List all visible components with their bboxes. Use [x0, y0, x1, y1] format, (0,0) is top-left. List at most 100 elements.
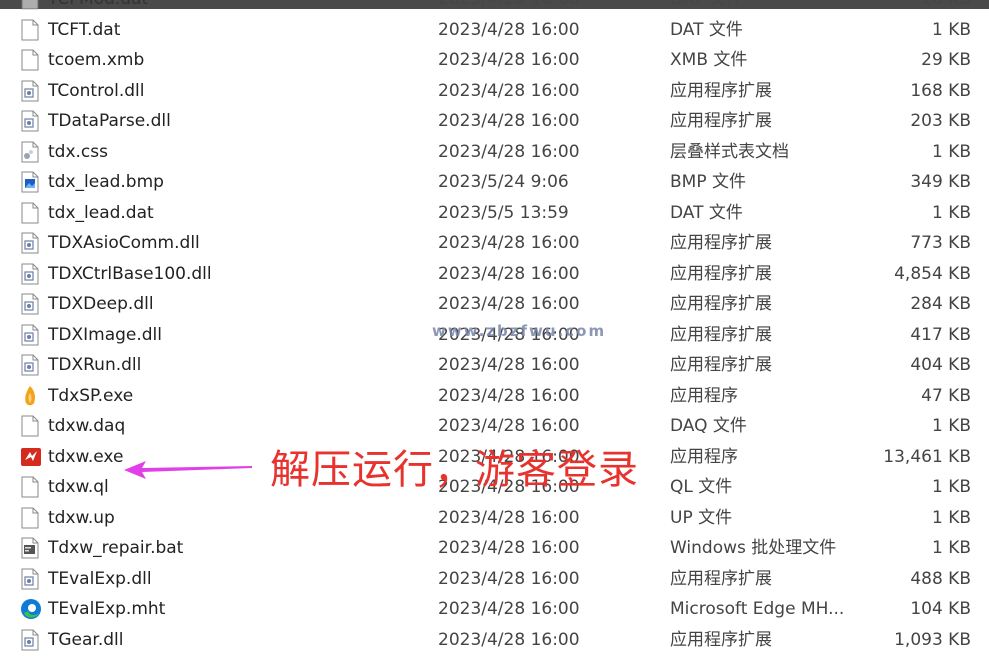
file-row[interactable]: tdx_lead.bmp 2023/5/24 9:06 BMP 文件 349 KB	[0, 167, 989, 197]
file-date-modified: 2023/4/28 16:00	[438, 0, 580, 14]
file-icon	[20, 49, 40, 71]
file-size: 1 KB	[931, 416, 971, 436]
file-size: 1 KB	[931, 477, 971, 497]
dll-icon	[20, 232, 40, 254]
file-type: 应用程序扩展	[670, 80, 772, 101]
tdxw-app-icon	[20, 446, 41, 468]
file-type: 应用程序扩展	[670, 324, 772, 345]
file-size: 404 KB	[910, 355, 971, 375]
file-type: 层叠样式表文档	[670, 141, 789, 162]
file-name: TDXRun.dll	[48, 355, 142, 375]
file-date-modified: 2023/4/28 16:00	[438, 538, 580, 558]
file-name: TEvalExp.mht	[48, 599, 166, 619]
file-name: Tdxw_repair.bat	[48, 538, 184, 558]
file-name: TCFT.dat	[48, 19, 121, 40]
file-type: Windows 批处理文件	[670, 538, 837, 558]
file-date-modified: 2023/4/28 16:00	[438, 507, 580, 528]
file-name: TEvalExp.dll	[48, 568, 152, 589]
file-row[interactable]: tdx_lead.dat 2023/5/5 13:59 DAT 文件 1 KB	[0, 198, 989, 228]
file-name: TdxSP.exe	[48, 385, 134, 406]
file-size: 1 KB	[931, 141, 971, 162]
file-row[interactable]: TDXAsioComm.dll 2023/4/28 16:00 应用程序扩展 773 …	[0, 228, 989, 258]
file-date-modified: 2023/4/28 16:00	[438, 385, 580, 406]
dll-icon	[20, 629, 40, 651]
file-type: XMB 文件	[670, 50, 748, 70]
dll-icon	[20, 263, 40, 285]
file-row[interactable]: TDataParse.dll 2023/4/28 16:00 应用程序扩展 203 K…	[0, 106, 989, 136]
file-row[interactable]: TEvalExp.mht 2023/4/28 16:00 Microsoft Edg…	[0, 594, 989, 624]
file-name: TDXAsioComm.dll	[48, 233, 200, 253]
file-row[interactable]: tdxw.up 2023/4/28 16:00 UP 文件 1 KB	[0, 503, 989, 533]
file-size: 168 KB	[910, 80, 971, 101]
file-date-modified: 2023/4/28 16:00	[438, 355, 580, 375]
file-date-modified: 2023/4/28 16:00	[438, 50, 580, 70]
file-size: 1 KB	[931, 19, 971, 40]
file-size: 1 KB	[931, 538, 971, 558]
file-row[interactable]: TGear.dll 2023/4/28 16:00 应用程序扩展 1,093 KB	[0, 625, 989, 655]
file-type: 应用程序扩展	[670, 568, 772, 589]
file-date-modified: 2023/4/28 16:00	[438, 141, 580, 162]
file-name: TDXImage.dll	[48, 324, 163, 345]
edge-icon	[20, 598, 41, 620]
file-row[interactable]: TDXDeep.dll 2023/4/28 16:00 应用程序扩展 284 KB	[0, 289, 989, 319]
file-size: 1 KB	[931, 507, 971, 528]
dll-icon	[20, 80, 40, 102]
file-date-modified: 2023/4/28 16:00	[438, 599, 580, 619]
file-name: tdx.css	[48, 141, 108, 162]
dll-icon	[20, 354, 40, 376]
file-name: TDataParse.dll	[48, 111, 171, 131]
file-row[interactable]: TEvalExp.dll 2023/4/28 16:00 应用程序扩展 488 KB	[0, 564, 989, 594]
file-size: 349 KB	[910, 172, 971, 192]
file-row[interactable]: Tdxw_repair.bat 2023/4/28 16:00 Windows 批处…	[0, 533, 989, 563]
file-icon	[20, 476, 40, 498]
dll-icon	[20, 293, 40, 315]
file-name: tdx_lead.bmp	[48, 172, 164, 192]
file-size: 13,461 KB	[883, 446, 971, 467]
file-size: 417 KB	[910, 324, 971, 345]
file-name: TGear.dll	[48, 629, 124, 650]
file-row[interactable]: tdx.css 2023/4/28 16:00 层叠样式表文档 1 KB	[0, 137, 989, 167]
file-row[interactable]: TControl.dll 2023/4/28 16:00 应用程序扩展 168 KB	[0, 76, 989, 106]
file-row[interactable]: tcoem.xmb 2023/4/28 16:00 XMB 文件 29 KB	[0, 45, 989, 75]
file-name: TControl.dll	[48, 80, 145, 101]
file-size: 10 KB	[921, 0, 971, 14]
file-date-modified: 2023/4/28 16:00	[438, 568, 580, 589]
file-date-modified: 2023/4/28 16:00	[438, 19, 580, 40]
file-type: QL 文件	[670, 477, 733, 497]
file-type: DAQ 文件	[670, 416, 747, 436]
file-name: tdxw.up	[48, 507, 115, 528]
file-date-modified: 2023/5/5 13:59	[438, 202, 569, 223]
file-icon	[20, 507, 40, 529]
css-icon	[20, 141, 40, 163]
file-date-modified: 2023/4/28 16:00	[438, 294, 580, 314]
file-type: DAT 文件	[670, 19, 743, 40]
dll-icon	[20, 324, 40, 346]
file-type: UP 文件	[670, 507, 733, 528]
file-size: 29 KB	[921, 50, 971, 70]
bmp-icon	[20, 171, 40, 193]
bat-icon	[20, 537, 40, 559]
file-date-modified: 2023/5/24 9:06	[438, 172, 569, 192]
file-type: DAT 文件	[670, 0, 743, 14]
file-type: 应用程序扩展	[670, 111, 772, 131]
file-row[interactable]: TDXCtrlBase100.dll 2023/4/28 16:00 应用程序扩展 4…	[0, 259, 989, 289]
file-type: 应用程序扩展	[670, 294, 772, 314]
file-row[interactable]: TdxSP.exe 2023/4/28 16:00 应用程序 47 KB	[0, 381, 989, 411]
file-type: 应用程序	[670, 385, 738, 406]
dll-icon	[20, 110, 40, 132]
annotation-text: 解压运行，游客登录	[270, 447, 639, 493]
file-row[interactable]: TCFT.dat 2023/4/28 16:00 DAT 文件 1 KB	[0, 15, 989, 45]
file-size: 284 KB	[910, 294, 971, 314]
tdxsp-app-icon	[20, 385, 40, 407]
file-row[interactable]: TDXRun.dll 2023/4/28 16:00 应用程序扩展 404 KB	[0, 350, 989, 380]
watermark: www.zbzfwu.com	[432, 322, 607, 340]
file-name: tdxw.ql	[48, 477, 109, 497]
file-icon	[20, 19, 40, 41]
file-date-modified: 2023/4/28 16:00	[438, 233, 580, 253]
file-size: 488 KB	[910, 568, 971, 589]
file-row[interactable]: TCFMod.dat 2023/4/28 16:00 DAT 文件 10 KB	[0, 0, 989, 14]
file-type: DAT 文件	[670, 202, 743, 223]
file-size: 203 KB	[910, 111, 971, 131]
file-type: BMP 文件	[670, 172, 746, 192]
file-icon	[20, 0, 40, 10]
